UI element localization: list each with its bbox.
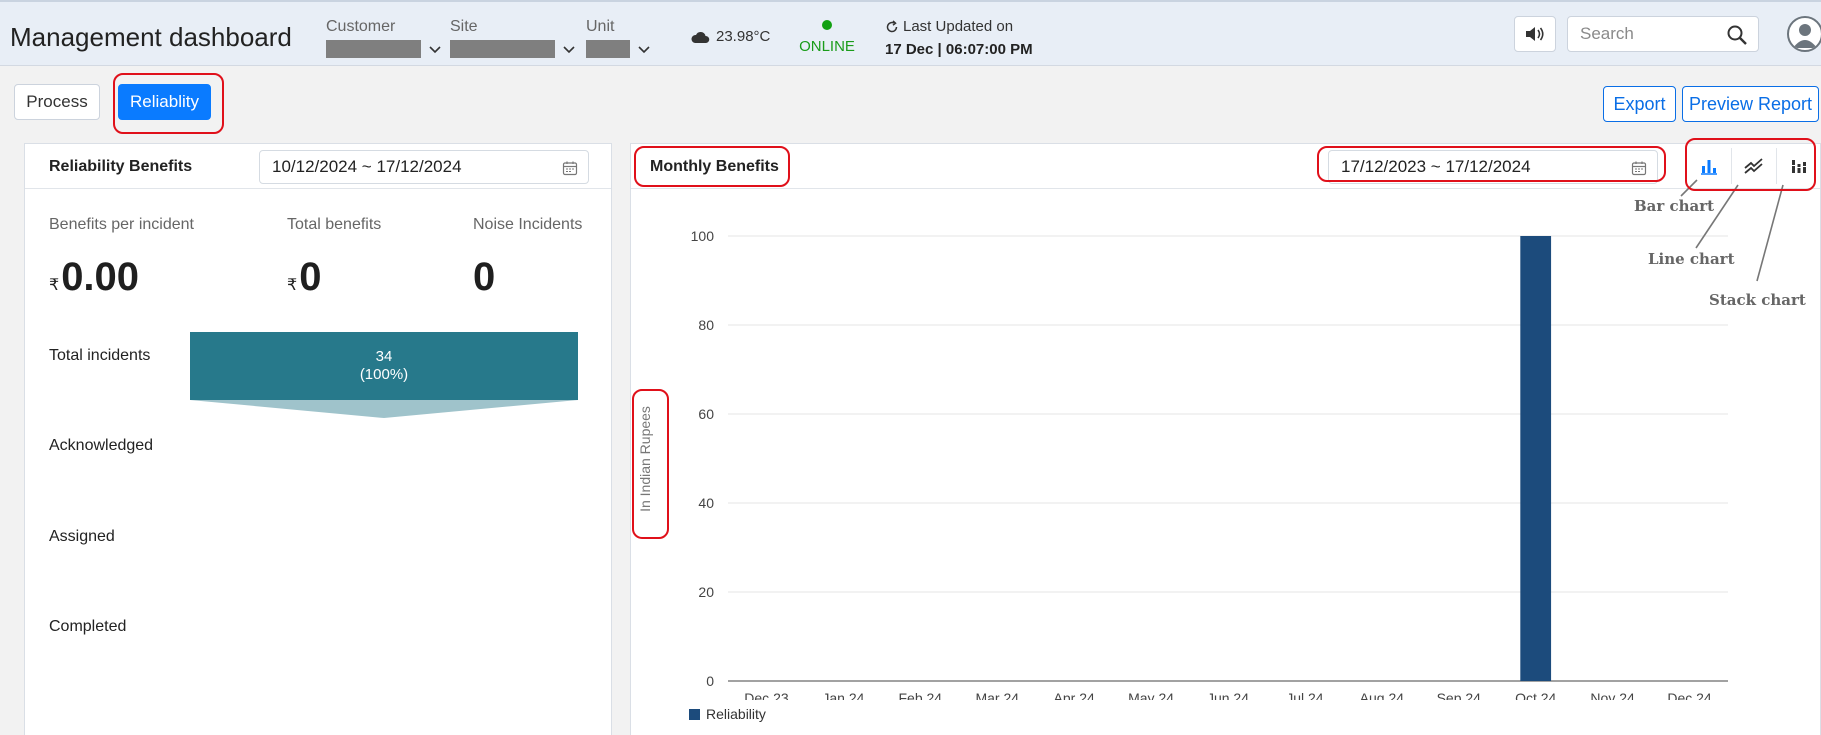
y-tick-label: 40 (698, 495, 714, 511)
app-title: Management dashboard (10, 22, 292, 52)
benefits-per-incident-value: ₹ 0.00 (49, 255, 139, 300)
top-header: Management dashboard Customer Site Unit … (0, 0, 1821, 66)
total-benefits-label: Total benefits (287, 216, 382, 233)
chevron-down-icon[interactable] (561, 41, 577, 57)
chart-legend[interactable]: Reliability (689, 706, 766, 722)
weather-widget: 23.98°C (690, 28, 770, 45)
funnel-stage-total: Total incidents (49, 347, 151, 364)
status-dot (822, 20, 832, 30)
x-tick-label: Dec 23 (744, 690, 789, 700)
y-tick-label: 0 (706, 673, 714, 689)
status-text: ONLINE (799, 38, 855, 55)
funnel-stage-completed: Completed (49, 618, 127, 635)
search-box[interactable] (1567, 16, 1759, 52)
annotation-arrows (1680, 179, 1784, 282)
sound-button[interactable] (1514, 16, 1556, 52)
noise-incidents-value: 0 (473, 255, 495, 300)
funnel-bar-total[interactable]: 34 (100%) (190, 332, 578, 400)
rupee-symbol: ₹ (287, 277, 298, 294)
cloud-icon (691, 31, 710, 43)
unit-filter-label: Unit (586, 18, 615, 35)
x-tick-label: Dec 24 (1667, 690, 1712, 700)
preview-report-button[interactable]: Preview Report (1682, 86, 1819, 122)
benefits-per-incident-number: 0.00 (61, 255, 140, 299)
y-axis-title-text: In Indian Rupees (637, 406, 653, 512)
connection-status: ONLINE (799, 18, 855, 55)
x-tick-label: Nov 24 (1590, 690, 1635, 700)
x-tick-label: Mar 24 (975, 690, 1019, 700)
last-updated-label: Last Updated on (903, 18, 1014, 35)
noise-incidents-label: Noise Incidents (473, 216, 583, 233)
funnel-connector (190, 400, 578, 418)
chevron-down-icon[interactable] (636, 41, 652, 57)
funnel-stage-acknowledged: Acknowledged (49, 437, 154, 454)
calendar-icon[interactable] (562, 160, 578, 176)
benefits-per-incident-label: Benefits per incident (49, 216, 194, 233)
total-benefits-number: 0 (299, 255, 322, 299)
customer-value-redacted (326, 40, 421, 58)
unit-value-redacted (586, 40, 630, 58)
noise-incidents-number: 0 (473, 255, 496, 299)
site-value-redacted (450, 40, 555, 58)
y-tick-label: 60 (698, 406, 714, 422)
unit-filter[interactable]: Unit (586, 18, 652, 58)
refresh-icon[interactable] (885, 19, 899, 34)
x-tick-label: Jun 24 (1207, 690, 1249, 700)
chevron-down-icon[interactable] (427, 41, 443, 57)
site-filter[interactable]: Site (450, 18, 577, 58)
x-tick-label: Sep 24 (1437, 690, 1482, 700)
y-tick-label: 20 (698, 584, 714, 600)
total-benefits-value: ₹ 0 (287, 255, 321, 300)
reliability-benefits-title: Reliability Benefits (49, 158, 193, 175)
legend-swatch (689, 708, 700, 720)
reliability-benefits-card: Reliability Benefits 10/12/2024 ~ 17/12/… (24, 143, 612, 735)
last-updated: Last Updated on 17 Dec | 06:07:00 PM (885, 18, 1033, 58)
user-avatar[interactable] (1787, 16, 1821, 52)
tab-process[interactable]: Process (14, 84, 100, 120)
monthly-benefits-card: Monthly Benefits 17/12/2023 ~ 17/12/2024… (630, 143, 1821, 735)
x-tick-label: Apr 24 (1054, 690, 1095, 700)
x-tick-label: Jan 24 (822, 690, 864, 700)
funnel-total-percent: (100%) (359, 366, 409, 383)
rupee-symbol: ₹ (49, 277, 60, 294)
export-button[interactable]: Export (1603, 86, 1676, 122)
search-icon[interactable] (1726, 24, 1748, 46)
x-tick-label: Aug 24 (1360, 690, 1405, 700)
speaker-icon (1526, 27, 1544, 41)
customer-filter-label: Customer (326, 18, 396, 35)
x-tick-label: Feb 24 (899, 690, 943, 700)
site-filter-label: Site (450, 18, 478, 35)
search-input[interactable] (1568, 17, 1718, 51)
reliability-date-range[interactable]: 10/12/2024 ~ 17/12/2024 (259, 150, 589, 184)
tab-reliability[interactable]: Reliablity (118, 84, 211, 120)
temperature: 23.98°C (716, 28, 771, 45)
x-tick-label: May 24 (1128, 690, 1174, 700)
reliability-date-range-value: 10/12/2024 ~ 17/12/2024 (272, 157, 462, 176)
x-tick-label: Jul 24 (1286, 690, 1324, 700)
customer-filter[interactable]: Customer (326, 18, 443, 58)
user-icon (1793, 24, 1817, 48)
x-tick-label: Oct 24 (1515, 690, 1556, 700)
y-axis-title: In Indian Rupees (637, 406, 653, 512)
funnel-stage-assigned: Assigned (49, 528, 115, 545)
funnel-total-count: 34 (375, 348, 393, 365)
legend-label: Reliability (706, 706, 766, 722)
last-updated-value: 17 Dec | 06:07:00 PM (885, 41, 1033, 58)
